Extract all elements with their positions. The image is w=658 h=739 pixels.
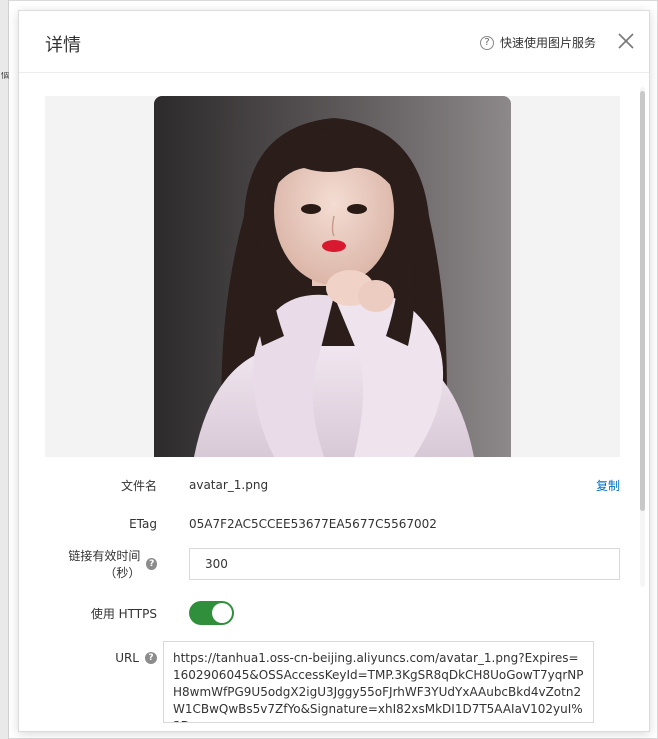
filename-value: avatar_1.png	[189, 478, 269, 492]
scrollbar-thumb[interactable]	[640, 91, 645, 511]
question-circle-icon[interactable]: ?	[145, 652, 157, 664]
copy-button[interactable]: 复制	[596, 477, 620, 494]
quick-image-service-label: 快速使用图片服务	[499, 36, 596, 50]
expire-seconds-input[interactable]: 300	[189, 548, 620, 580]
close-icon	[618, 33, 634, 49]
https-toggle[interactable]	[189, 601, 234, 625]
etag-label: ETag	[129, 517, 157, 531]
close-button[interactable]	[617, 32, 635, 50]
preview-image	[154, 96, 511, 457]
background-edge-text: 個	[1, 72, 9, 81]
dialog-header: 详情 ? 快速使用图片服务	[19, 11, 649, 73]
https-label: 使用 HTTPS	[90, 606, 157, 621]
question-circle-icon: ?	[479, 35, 494, 50]
dialog-title: 详情	[45, 35, 81, 56]
expire-label: 链接有效时间（秒） ?	[45, 547, 157, 581]
question-circle-icon[interactable]: ?	[146, 558, 157, 570]
field-row-etag: ETag 05A7F2AC5CCEE53677EA5677C5567002	[45, 515, 620, 533]
field-row-filename: 文件名 avatar_1.png 复制	[45, 476, 620, 494]
detail-dialog: 详情 ? 快速使用图片服务 文件名 avatar_1.png 复制 ETag 0…	[18, 10, 650, 732]
field-row-expire: 链接有效时间（秒） ? 300	[45, 548, 620, 580]
etag-value: 05A7F2AC5CCEE53677EA5677C5567002	[189, 517, 437, 531]
image-preview-area	[45, 96, 620, 457]
quick-image-service-link[interactable]: ? 快速使用图片服务	[479, 34, 596, 51]
filename-label: 文件名	[120, 478, 157, 493]
url-label: URL ?	[45, 651, 157, 665]
toggle-knob	[212, 603, 232, 623]
url-textarea[interactable]: https://tanhua1.oss-cn-beijing.aliyuncs.…	[163, 641, 594, 723]
background-panel-edge: 個	[0, 0, 9, 739]
field-row-https: 使用 HTTPS	[45, 601, 620, 625]
